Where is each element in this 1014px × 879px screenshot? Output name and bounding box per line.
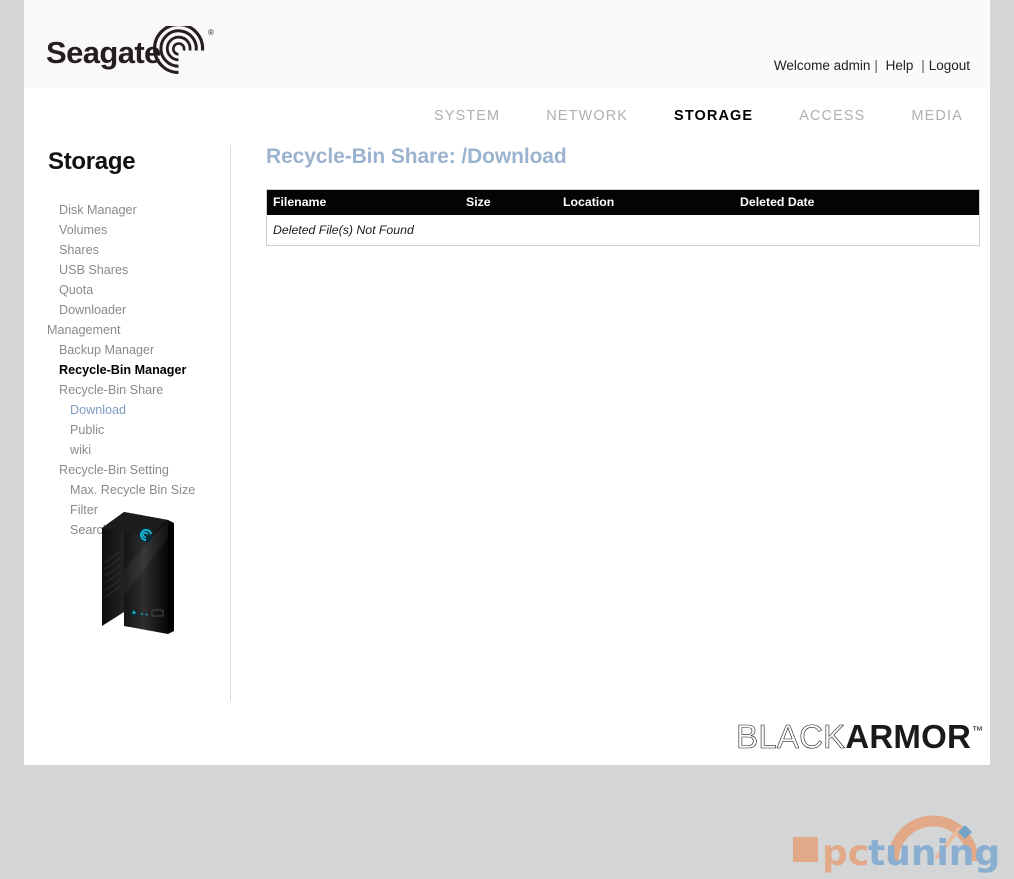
blackarmor-logo-armor: ARMOR xyxy=(845,718,971,755)
sidebar-item-max-recycle-bin-size[interactable]: Max. Recycle Bin Size xyxy=(24,480,230,500)
registered-trademark-icon: ® xyxy=(208,28,214,37)
sidebar-item-volumes[interactable]: Volumes xyxy=(24,220,230,240)
nav-tab-storage[interactable]: STORAGE xyxy=(674,108,753,124)
blackarmor-nas-device-image xyxy=(102,512,174,634)
main-navigation: SYSTEM NETWORK STORAGE ACCESS MEDIA xyxy=(24,88,990,124)
application-page: Seagate ® Welcome admin | Help | Logout SY… xyxy=(24,0,990,765)
column-header-deleted-date[interactable]: Deleted Date xyxy=(740,189,980,216)
pctuning-watermark: pc tuning xyxy=(793,815,1000,874)
nav-tab-media[interactable]: MEDIA xyxy=(911,108,962,124)
table-body: Deleted File(s) Not Found xyxy=(266,215,980,246)
header-band: Seagate ® Welcome admin | Help | Logout xyxy=(24,0,990,88)
sidebar-item-management[interactable]: Management xyxy=(24,320,230,340)
recycle-bin-file-table: Filename Size Location Deleted Date Dele… xyxy=(266,189,980,246)
sidebar-title: Storage xyxy=(48,148,136,175)
seagate-logo: Seagate ® xyxy=(46,26,236,74)
column-header-filename[interactable]: Filename xyxy=(266,189,466,216)
separator-1: | xyxy=(874,58,878,73)
table-header-row: Filename Size Location Deleted Date xyxy=(266,189,980,216)
content-area: Recycle-Bin Share: /Download Filename Si… xyxy=(266,145,980,246)
svg-text:tuning: tuning xyxy=(868,833,1000,874)
trademark-icon: ™ xyxy=(972,724,983,737)
blackarmor-logo: BLACKARMOR™ xyxy=(736,718,983,755)
page-title: Recycle-Bin Share: /Download xyxy=(266,145,567,168)
logout-link[interactable]: Logout xyxy=(929,58,970,73)
sidebar-divider xyxy=(230,145,231,701)
sidebar-item-recycle-bin-setting[interactable]: Recycle-Bin Setting xyxy=(24,460,230,480)
empty-message: Deleted File(s) Not Found xyxy=(266,215,980,246)
sidebar-item-backup-manager[interactable]: Backup Manager xyxy=(24,340,230,360)
sidebar-item-usb-shares[interactable]: USB Shares xyxy=(24,260,230,280)
sidebar-item-download[interactable]: Download xyxy=(24,400,230,420)
separator-2: | xyxy=(921,58,925,73)
nav-tab-list: SYSTEM NETWORK STORAGE ACCESS MEDIA xyxy=(434,108,963,124)
sidebar-item-wiki[interactable]: wiki xyxy=(24,440,230,460)
sidebar-item-quota[interactable]: Quota xyxy=(24,280,230,300)
svg-text:pc: pc xyxy=(822,833,869,874)
help-link[interactable]: Help xyxy=(886,58,914,73)
table-empty-row: Deleted File(s) Not Found xyxy=(266,215,980,246)
nav-tab-access[interactable]: ACCESS xyxy=(799,108,865,124)
column-header-size[interactable]: Size xyxy=(466,189,563,216)
nav-tab-system[interactable]: SYSTEM xyxy=(434,108,500,124)
table-header: Filename Size Location Deleted Date xyxy=(266,189,980,216)
seagate-spiral-icon xyxy=(153,26,205,74)
sidebar-menu: Disk Manager Volumes Shares USB Shares Quota… xyxy=(24,200,230,540)
seagate-wordmark: Seagate xyxy=(46,35,161,70)
sidebar-item-recycle-bin-manager[interactable]: Recycle-Bin Manager xyxy=(24,360,230,380)
sidebar-item-public[interactable]: Public xyxy=(24,420,230,440)
device-seagate-emblem-icon xyxy=(138,527,154,543)
blackarmor-logo-black: BLACK xyxy=(736,718,846,755)
column-header-location[interactable]: Location xyxy=(563,189,740,216)
account-links: Welcome admin | Help | Logout xyxy=(774,58,970,73)
welcome-label: Welcome admin xyxy=(773,58,871,73)
nav-tab-network[interactable]: NETWORK xyxy=(546,108,628,124)
sidebar-item-recycle-bin-share[interactable]: Recycle-Bin Share xyxy=(24,380,230,400)
sidebar-item-downloader[interactable]: Downloader xyxy=(24,300,230,320)
sidebar-item-shares[interactable]: Shares xyxy=(24,240,230,260)
sidebar-item-disk-manager[interactable]: Disk Manager xyxy=(24,200,230,220)
